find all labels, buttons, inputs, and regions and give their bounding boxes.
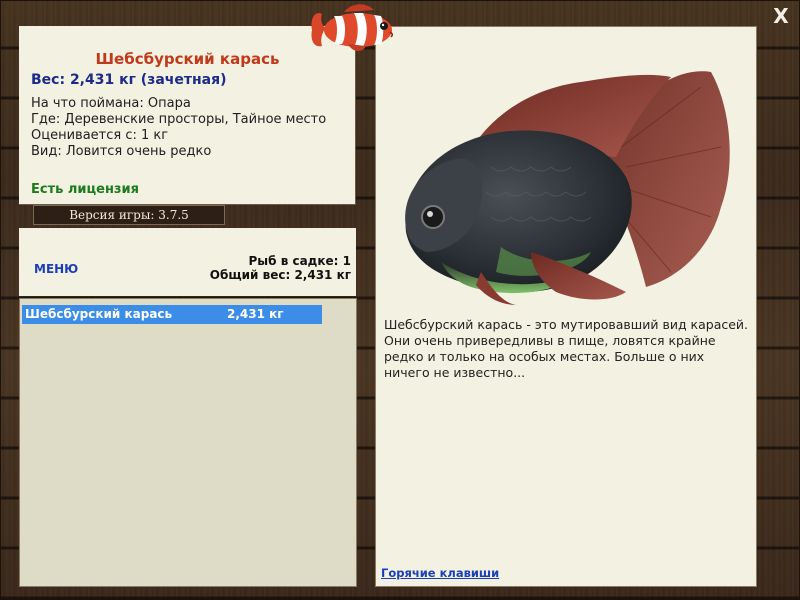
catch-list[interactable]: Шебсбурский карась 2,431 кг [19,298,357,587]
license-status: Есть лицензия [31,182,139,197]
clownfish-logo-icon [311,4,394,52]
hotkeys-link[interactable]: Горячие клавиши [381,566,499,580]
cage-panel: МЕНЮ Рыб в садке: 1 Общий вес: 2,431 кг [19,228,356,296]
fish-detail-bait: На что поймана: Опара [31,96,191,111]
list-item[interactable]: Шебсбурский карась 2,431 кг [22,305,322,324]
fish-image [405,71,730,305]
list-item-weight: 2,431 кг [227,307,284,321]
fish-detail-rarity: Вид: Ловится очень редко [31,144,212,159]
fish-weight: Вес: 2,431 кг (зачетная) [31,72,227,88]
fish-detail-panel: Шебсбурский карась - это мутировавший ви… [375,26,757,587]
cage-total-weight: Общий вес: 2,431 кг [209,268,351,282]
game-version: Версия игры: 3.7.5 [33,205,225,225]
fish-description: Шебсбурский карась - это мутировавший ви… [384,317,749,380]
fish-detail-location: Где: Деревенские просторы, Тайное место [31,112,327,127]
menu-button[interactable]: МЕНЮ [34,262,78,276]
fish-detail-min-weight: Оценивается с: 1 кг [31,128,169,143]
close-button[interactable]: X [770,6,792,26]
list-item-name: Шебсбурский карась [25,307,173,321]
cage-fish-count: Рыб в садке: 1 [248,254,352,268]
